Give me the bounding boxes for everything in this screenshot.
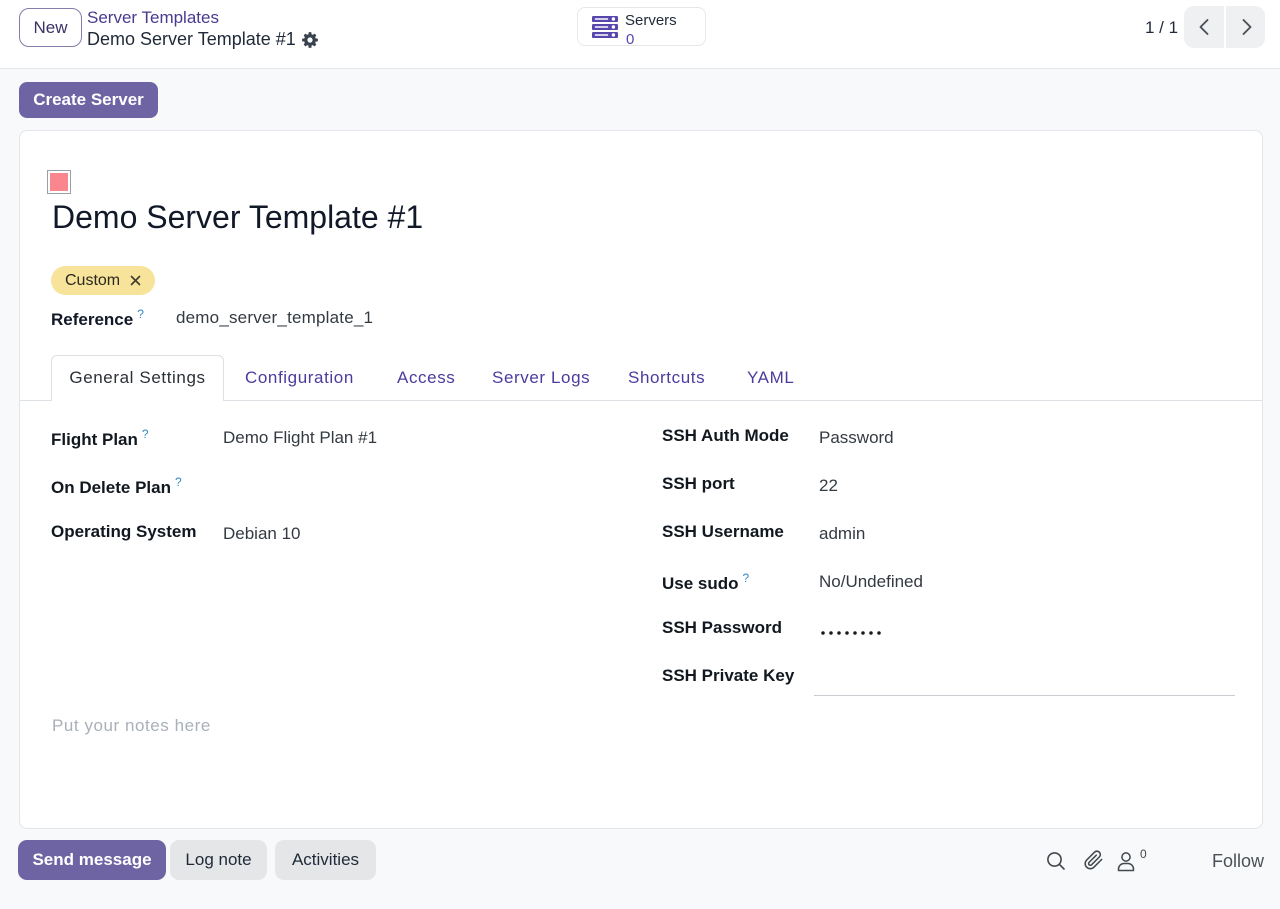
svg-text:0: 0 — [1140, 849, 1147, 861]
